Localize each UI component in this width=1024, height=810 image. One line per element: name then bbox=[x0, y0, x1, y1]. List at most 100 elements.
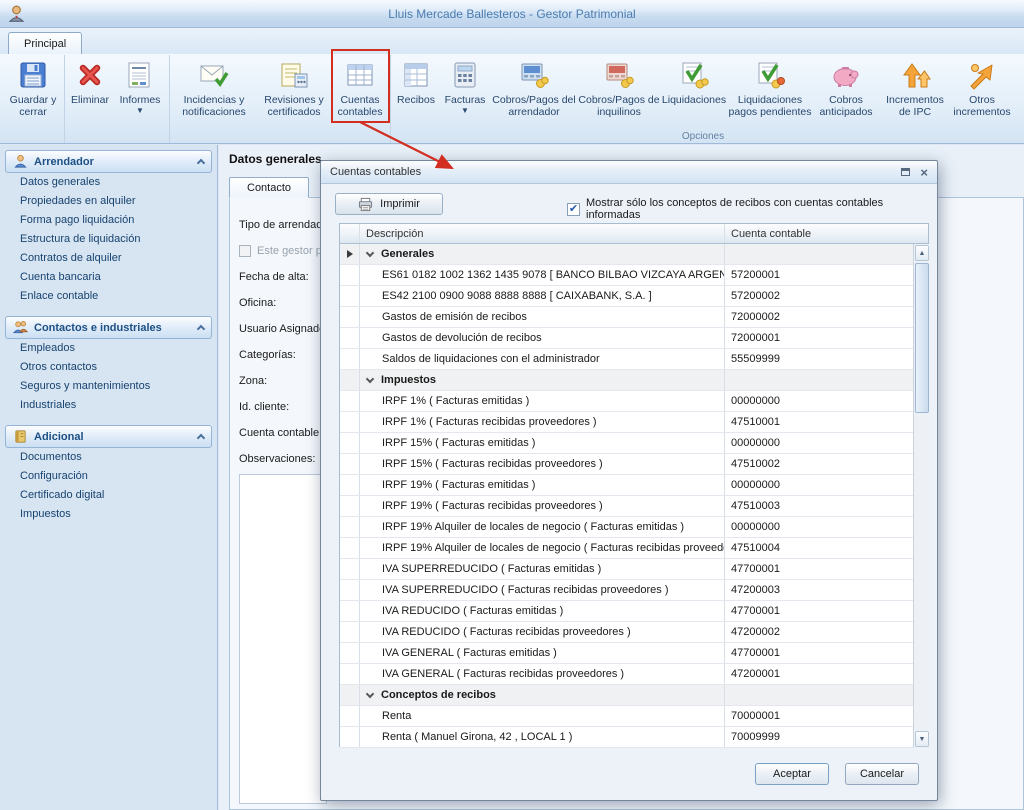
dialog-footer: Aceptar Cancelar bbox=[755, 763, 919, 785]
tab-contacto[interactable]: Contacto bbox=[229, 177, 309, 198]
sidebar-item-documentos[interactable]: Documentos bbox=[5, 448, 212, 467]
scroll-down-button[interactable]: ▼ bbox=[915, 731, 929, 747]
liquidaciones-button[interactable]: Liquidaciones bbox=[661, 55, 727, 129]
row-indicator bbox=[340, 496, 360, 516]
sidebar-item-certificado-digital[interactable]: Certificado digital bbox=[5, 486, 212, 505]
group-row-conceptos-de-recibos[interactable]: Conceptos de recibos bbox=[340, 685, 913, 706]
table-row[interactable]: ES61 0182 1002 1362 1435 9078 [ BANCO BI… bbox=[340, 265, 913, 286]
sidebar-item-contratos-de-alquiler[interactable]: Contratos de alquiler bbox=[5, 249, 212, 268]
checkbox-checked-icon[interactable]: ✔ bbox=[567, 203, 580, 216]
close-icon[interactable]: × bbox=[920, 166, 928, 179]
dialog-titlebar[interactable]: Cuentas contables × bbox=[321, 161, 937, 184]
ribbon-group-label bbox=[67, 130, 167, 143]
cell-descripcion: IVA SUPERREDUCIDO ( Facturas recibidas p… bbox=[360, 580, 725, 600]
sidebar-group-header-contactos-e-industriales[interactable]: Contactos e industriales bbox=[5, 316, 212, 339]
sidebar-item-configuracion[interactable]: Configuración bbox=[5, 467, 212, 486]
print-button[interactable]: Imprimir bbox=[335, 193, 443, 215]
cell-descripcion: IRPF 19% ( Facturas emitidas ) bbox=[360, 475, 725, 495]
sidebar-group-header-arrendador[interactable]: Arrendador bbox=[5, 150, 212, 173]
row-indicator bbox=[340, 433, 360, 453]
cobros-pagos-de-inquilinos-button[interactable]: Cobros/Pagos de inquilinos bbox=[577, 55, 661, 129]
sidebar-group-header-adicional[interactable]: Adicional bbox=[5, 425, 212, 448]
sidebar-item-propiedades-en-alquiler[interactable]: Propiedades en alquiler bbox=[5, 192, 212, 211]
cell-descripcion: IVA GENERAL ( Facturas recibidas proveed… bbox=[360, 664, 725, 684]
cell-descripcion: IVA GENERAL ( Facturas emitidas ) bbox=[360, 643, 725, 663]
table-row[interactable]: IVA GENERAL ( Facturas recibidas proveed… bbox=[340, 664, 913, 685]
table-row[interactable]: IVA SUPERREDUCIDO ( Facturas emitidas )4… bbox=[340, 559, 913, 580]
eliminar-button[interactable]: Eliminar bbox=[67, 55, 113, 129]
sidebar-item-enlace-contable[interactable]: Enlace contable bbox=[5, 287, 212, 306]
guardar-y-cerrar-button[interactable]: Guardar y cerrar bbox=[4, 55, 62, 129]
row-indicator bbox=[340, 244, 360, 264]
sidebar-item-cuenta-bancaria[interactable]: Cuenta bancaria bbox=[5, 268, 212, 287]
incidencias-y-notificaciones-button[interactable]: Incidencias y notificaciones bbox=[172, 55, 256, 129]
table-row[interactable]: Saldos de liquidaciones con el administr… bbox=[340, 349, 913, 370]
table-scrollbar[interactable]: ▲ ▼ bbox=[913, 244, 930, 748]
ribbon-tab-principal[interactable]: Principal bbox=[8, 32, 82, 54]
table-row[interactable]: Gastos de devolución de recibos72000001 bbox=[340, 328, 913, 349]
cobros-anticipados-button[interactable]: Cobros anticipados bbox=[813, 55, 879, 129]
sidebar-item-forma-pago-liquidacion[interactable]: Forma pago liquidación bbox=[5, 211, 212, 230]
table-row[interactable]: Renta ( Manuel Girona, 42 , LOCAL 1 )700… bbox=[340, 727, 913, 748]
invoices-icon bbox=[449, 59, 481, 91]
chevron-down-icon[interactable] bbox=[366, 248, 374, 256]
table-row[interactable]: IVA SUPERREDUCIDO ( Facturas recibidas p… bbox=[340, 580, 913, 601]
table-row[interactable]: ES42 2100 0900 9088 8888 8888 [ CAIXABAN… bbox=[340, 286, 913, 307]
checkbox-unchecked-disabled[interactable] bbox=[239, 245, 251, 257]
table-row[interactable]: Gastos de emisión de recibos72000002 bbox=[340, 307, 913, 328]
column-header-cuenta-contable[interactable]: Cuenta contable bbox=[725, 224, 928, 243]
recibos-button[interactable]: Recibos bbox=[393, 55, 439, 129]
table-row[interactable]: IRPF 19% ( Facturas emitidas )00000000 bbox=[340, 475, 913, 496]
sidebar-group-arrendador: ArrendadorDatos generalesPropiedades en … bbox=[5, 150, 212, 306]
selected-row-arrow-icon bbox=[347, 250, 353, 258]
column-header-descripcion[interactable]: Descripción bbox=[360, 224, 725, 243]
incrementos-de-ipc-button[interactable]: Incrementos de IPC bbox=[879, 55, 951, 129]
sidebar-item-empleados[interactable]: Empleados bbox=[5, 339, 212, 358]
otros-incrementos-button[interactable]: Otros incrementos bbox=[951, 55, 1013, 129]
table-row[interactable]: IRPF 15% ( Facturas recibidas proveedore… bbox=[340, 454, 913, 475]
scroll-up-button[interactable]: ▲ bbox=[915, 245, 929, 261]
group-row-generales[interactable]: Generales bbox=[340, 244, 913, 265]
table-row[interactable]: IVA GENERAL ( Facturas emitidas )4770000… bbox=[340, 643, 913, 664]
sidebar-item-industriales[interactable]: Industriales bbox=[5, 396, 212, 415]
cell-cuenta-contable: 47510002 bbox=[725, 454, 913, 474]
cell-descripcion: Gastos de devolución de recibos bbox=[360, 328, 725, 348]
sidebar-item-seguros-y-mantenimientos[interactable]: Seguros y mantenimientos bbox=[5, 377, 212, 396]
chevron-down-icon[interactable] bbox=[366, 374, 374, 382]
table-row[interactable]: IRPF 15% ( Facturas emitidas )00000000 bbox=[340, 433, 913, 454]
sidebar-item-impuestos[interactable]: Impuestos bbox=[5, 505, 212, 524]
chevron-down-icon[interactable] bbox=[366, 689, 374, 697]
cell-descripcion: ES61 0182 1002 1362 1435 9078 [ BANCO BI… bbox=[360, 265, 725, 285]
facturas-button[interactable]: Facturas▼ bbox=[439, 55, 491, 129]
group-row-impuestos[interactable]: Impuestos bbox=[340, 370, 913, 391]
table-row[interactable]: Renta70000001 bbox=[340, 706, 913, 727]
restore-icon[interactable] bbox=[901, 168, 910, 176]
accept-button[interactable]: Aceptar bbox=[755, 763, 829, 785]
cell-cuenta-contable bbox=[725, 685, 913, 705]
sidebar-item-otros-contactos[interactable]: Otros contactos bbox=[5, 358, 212, 377]
table-row[interactable]: IRPF 1% ( Facturas recibidas proveedores… bbox=[340, 412, 913, 433]
liquidaciones-pagos-pendientes-button[interactable]: Liquidaciones pagos pendientes bbox=[727, 55, 813, 129]
cell-cuenta-contable: 70009999 bbox=[725, 727, 913, 747]
table-row[interactable]: IVA REDUCIDO ( Facturas emitidas )477000… bbox=[340, 601, 913, 622]
payments-landlord-icon bbox=[518, 59, 550, 91]
table-row[interactable]: IRPF 19% ( Facturas recibidas proveedore… bbox=[340, 496, 913, 517]
cancel-button[interactable]: Cancelar bbox=[845, 763, 919, 785]
ribbon-group-buttons: Guardar y cerrar bbox=[4, 55, 62, 130]
informes-button[interactable]: Informes▼ bbox=[113, 55, 167, 129]
revisiones-y-certificados-button[interactable]: Revisiones y certificados bbox=[256, 55, 332, 129]
table-row[interactable]: IRPF 1% ( Facturas emitidas )00000000 bbox=[340, 391, 913, 412]
chevron-up-icon bbox=[197, 159, 205, 167]
ribbon-group-buttons: EliminarInformes▼ bbox=[67, 55, 167, 130]
table-row[interactable]: IVA REDUCIDO ( Facturas recibidas provee… bbox=[340, 622, 913, 643]
cell-cuenta-contable: 00000000 bbox=[725, 433, 913, 453]
sidebar-item-estructura-de-liquidacion[interactable]: Estructura de liquidación bbox=[5, 230, 212, 249]
sidebar-item-datos-generales[interactable]: Datos generales bbox=[5, 173, 212, 192]
table-row[interactable]: IRPF 19% Alquiler de locales de negocio … bbox=[340, 538, 913, 559]
observaciones-textarea[interactable] bbox=[239, 474, 327, 804]
scrollbar-thumb[interactable] bbox=[915, 263, 929, 413]
table-row[interactable]: IRPF 19% Alquiler de locales de negocio … bbox=[340, 517, 913, 538]
cell-cuenta-contable: 47700001 bbox=[725, 601, 913, 621]
cobros-pagos-del-arrendador-button[interactable]: Cobros/Pagos del arrendador bbox=[491, 55, 577, 129]
filter-checkbox[interactable]: ✔ Mostrar sólo los conceptos de recibos … bbox=[567, 197, 937, 221]
